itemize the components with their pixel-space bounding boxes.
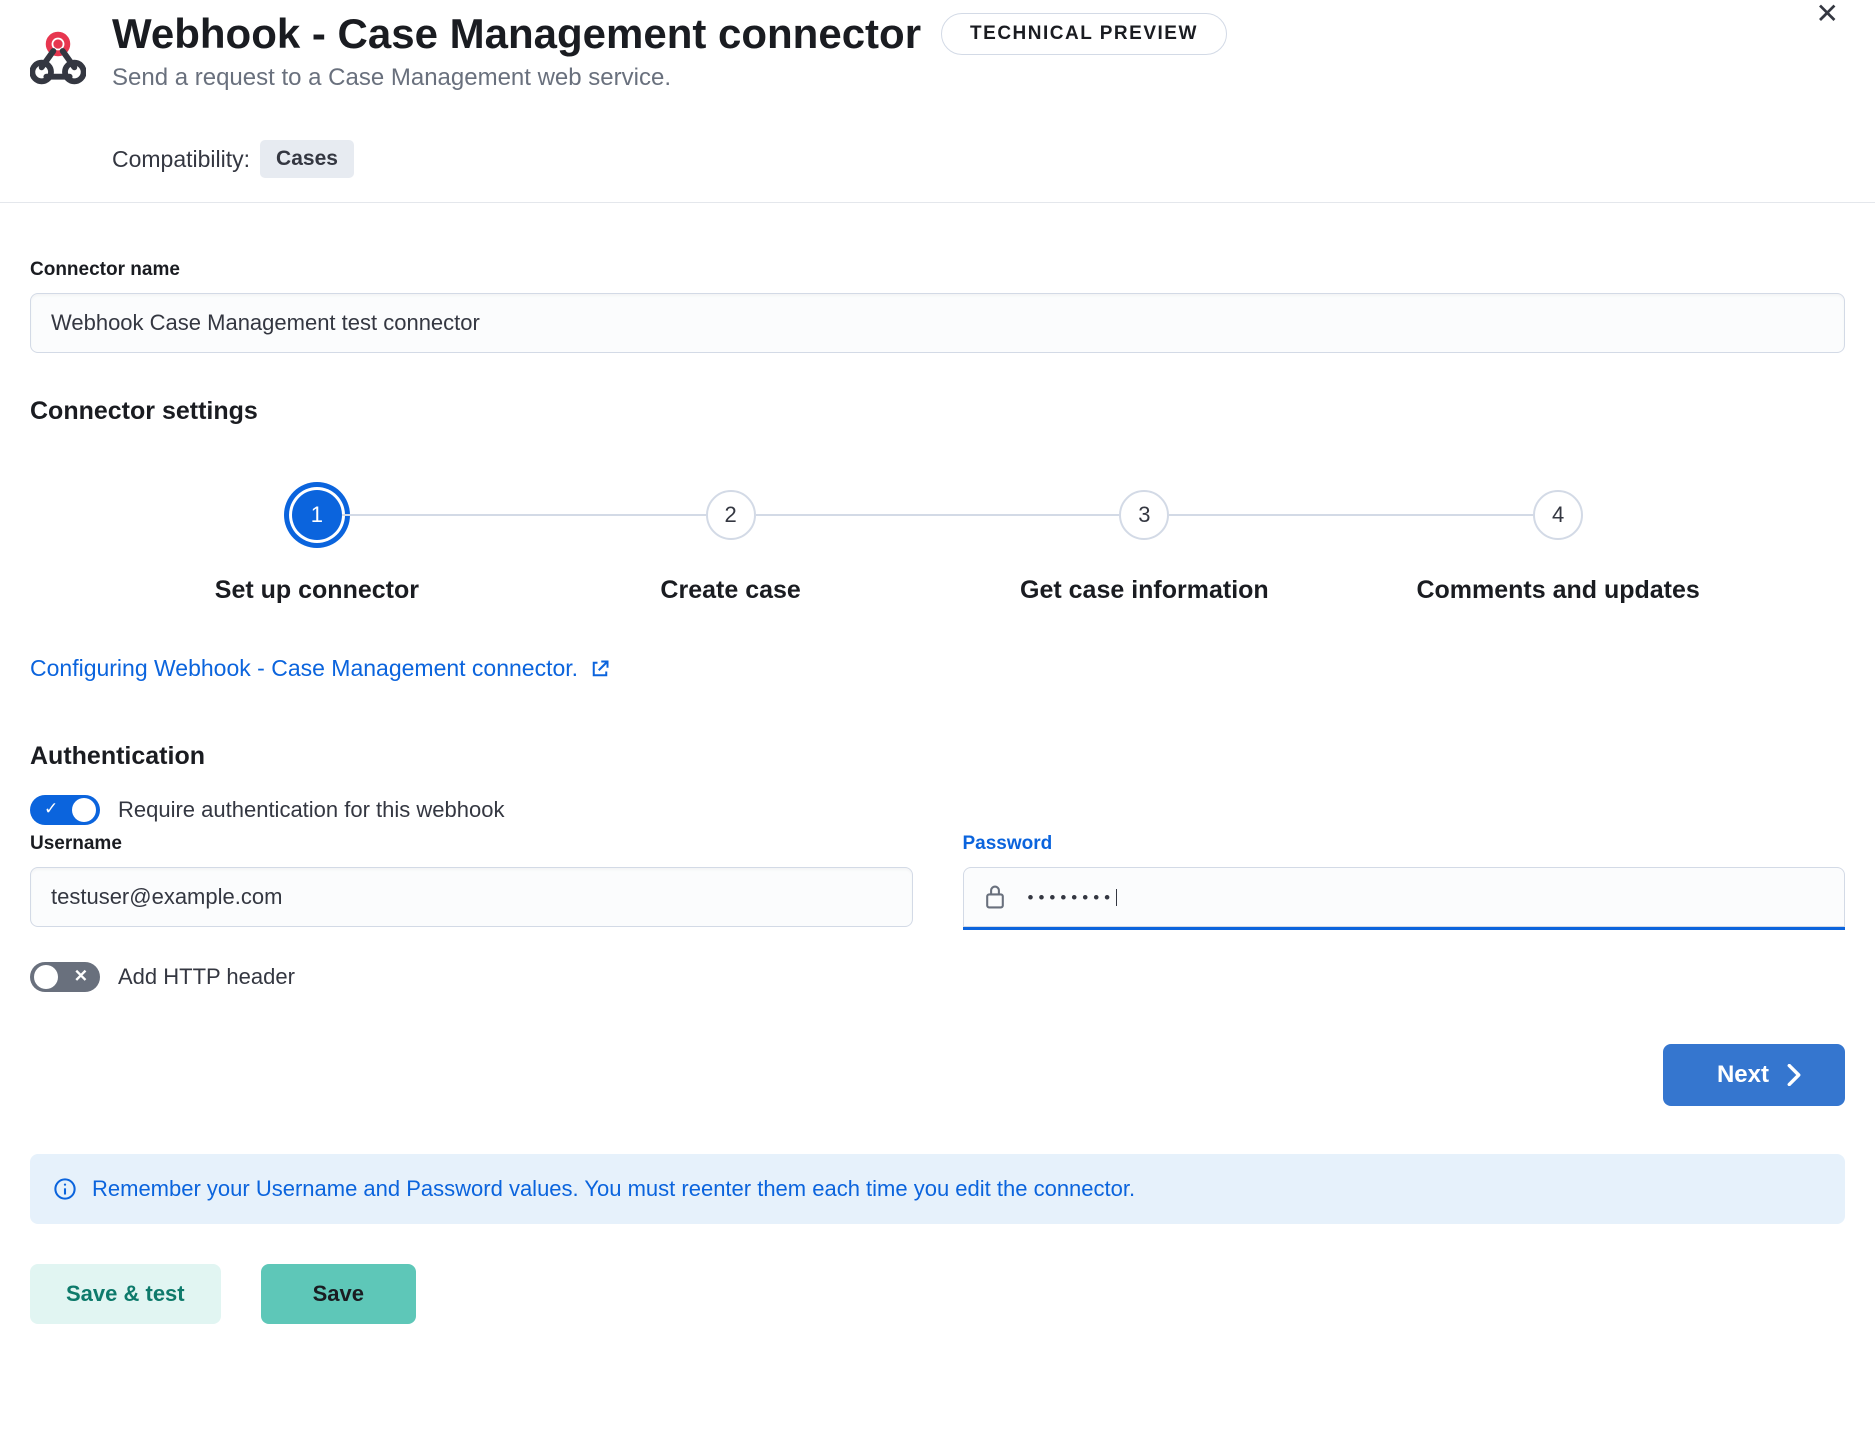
step-number: 1: [292, 490, 342, 540]
connector-title: Webhook - Case Management connector: [112, 10, 921, 58]
password-input[interactable]: ••••••••: [963, 867, 1846, 927]
next-button-label: Next: [1717, 1061, 1769, 1089]
info-callout: Remember your Username and Password valu…: [30, 1154, 1845, 1224]
connector-settings-title: Connector settings: [30, 397, 1845, 426]
save-and-test-button[interactable]: Save & test: [30, 1264, 221, 1324]
external-link-icon: [590, 659, 610, 679]
compatibility-label: Compatibility:: [112, 146, 250, 173]
check-icon: ✓: [44, 799, 58, 819]
close-icon[interactable]: ✕: [1816, 0, 1839, 28]
step-comments-and-updates[interactable]: 4 Comments and updates: [1351, 490, 1765, 605]
x-icon: ✕: [74, 967, 88, 987]
compatibility-tag: Cases: [260, 140, 354, 178]
lock-icon: [984, 884, 1006, 910]
chevron-right-icon: [1787, 1064, 1801, 1086]
step-set-up-connector[interactable]: 1 Set up connector: [110, 490, 524, 605]
modal-header: Webhook - Case Management connector TECH…: [0, 0, 1875, 203]
step-number: 2: [706, 490, 756, 540]
username-label: Username: [30, 833, 913, 855]
doc-link-text: Configuring Webhook - Case Management co…: [30, 655, 578, 682]
technical-preview-badge: TECHNICAL PREVIEW: [941, 13, 1227, 55]
step-number: 4: [1533, 490, 1583, 540]
step-number: 3: [1119, 490, 1169, 540]
save-button[interactable]: Save: [261, 1264, 416, 1324]
http-header-label: Add HTTP header: [118, 964, 295, 990]
username-input[interactable]: [30, 867, 913, 927]
connector-modal: Webhook - Case Management connector TECH…: [0, 0, 1875, 1354]
doc-link[interactable]: Configuring Webhook - Case Management co…: [30, 655, 610, 682]
connector-name-label: Connector name: [30, 259, 1845, 281]
stepper: 1 Set up connector 2 Create case 3: [30, 490, 1845, 605]
step-label: Set up connector: [215, 576, 419, 605]
next-button[interactable]: Next: [1663, 1044, 1845, 1106]
step-label: Create case: [660, 576, 800, 605]
password-value: ••••••••: [1028, 889, 1118, 906]
connector-subtitle: Send a request to a Case Management web …: [112, 64, 1845, 92]
step-create-case[interactable]: 2 Create case: [524, 490, 938, 605]
callout-text: Remember your Username and Password valu…: [92, 1176, 1135, 1202]
step-label: Get case information: [1020, 576, 1269, 605]
password-label: Password: [963, 833, 1846, 855]
http-header-toggle[interactable]: ✕: [30, 962, 100, 992]
modal-body: Connector name Connector settings 1 Set …: [0, 203, 1875, 1354]
connector-name-input[interactable]: [30, 293, 1845, 353]
step-label: Comments and updates: [1416, 576, 1699, 605]
require-auth-label: Require authentication for this webhook: [118, 797, 504, 823]
webhook-icon: [30, 30, 94, 86]
require-auth-toggle[interactable]: ✓: [30, 795, 100, 825]
authentication-title: Authentication: [30, 742, 1845, 771]
info-icon: [54, 1178, 76, 1200]
step-get-case-information[interactable]: 3 Get case information: [938, 490, 1352, 605]
header-content: Webhook - Case Management connector TECH…: [112, 10, 1845, 178]
